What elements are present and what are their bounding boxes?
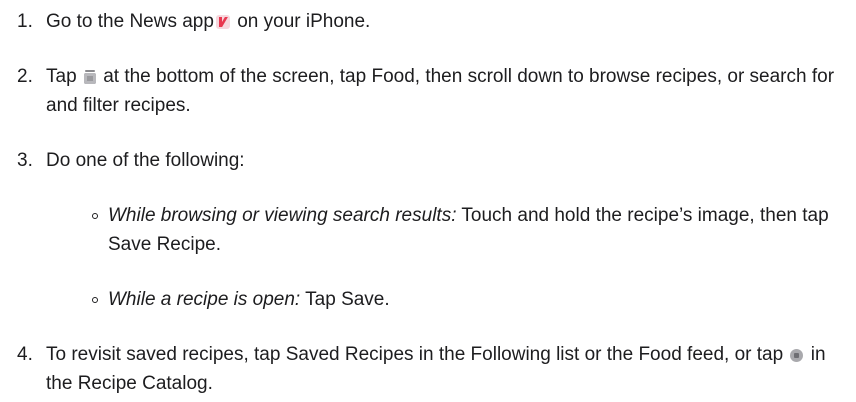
- step-number: 1.: [17, 11, 33, 32]
- step-text: Do one of the following:: [46, 150, 245, 171]
- step-2: 2. Tap at the bottom of the screen, tap …: [17, 62, 847, 120]
- saved-recipes-icon: [790, 349, 804, 362]
- sub-item-2: While a recipe is open: Tap Save.: [92, 285, 852, 314]
- sub-item-text: While a recipe is open: Tap Save.: [108, 285, 852, 314]
- step-1: 1. Go to the News app on your iPhone.: [17, 7, 847, 36]
- step-number: 3.: [17, 150, 33, 171]
- sub-item-1: While browsing or viewing search results…: [92, 201, 852, 259]
- step-3: 3. Do one of the following:: [17, 146, 847, 175]
- bullet-icon: [92, 297, 98, 303]
- step-text-part: Go to the News app: [46, 11, 214, 32]
- step-text: Go to the News app on your iPhone.: [46, 7, 847, 36]
- step-number: 4.: [17, 344, 33, 365]
- step-text-part: at the bottom of the screen, tap Food, t…: [46, 66, 835, 116]
- step-number: 2.: [17, 66, 33, 87]
- step-text-part: To revisit saved recipes, tap Saved Reci…: [46, 344, 784, 365]
- bullet-icon: [92, 213, 98, 219]
- sub-item-text: While browsing or viewing search results…: [108, 201, 852, 259]
- sub-item-italic: While browsing or viewing search results…: [108, 205, 457, 226]
- step-4: 4. To revisit saved recipes, tap Saved R…: [17, 340, 847, 398]
- step-text: Tap at the bottom of the screen, tap Foo…: [46, 62, 847, 120]
- instructions-document: 1. Go to the News app on your iPhone. 2.…: [0, 0, 856, 402]
- news-app-icon: [215, 15, 230, 29]
- sub-item-body: Tap Save.: [300, 289, 390, 310]
- step-text-part: on your iPhone.: [231, 11, 371, 32]
- sub-item-italic: While a recipe is open:: [108, 289, 301, 310]
- step-text-part: Tap: [46, 66, 77, 87]
- following-tab-icon: [83, 70, 96, 84]
- step-text: To revisit saved recipes, tap Saved Reci…: [46, 340, 847, 398]
